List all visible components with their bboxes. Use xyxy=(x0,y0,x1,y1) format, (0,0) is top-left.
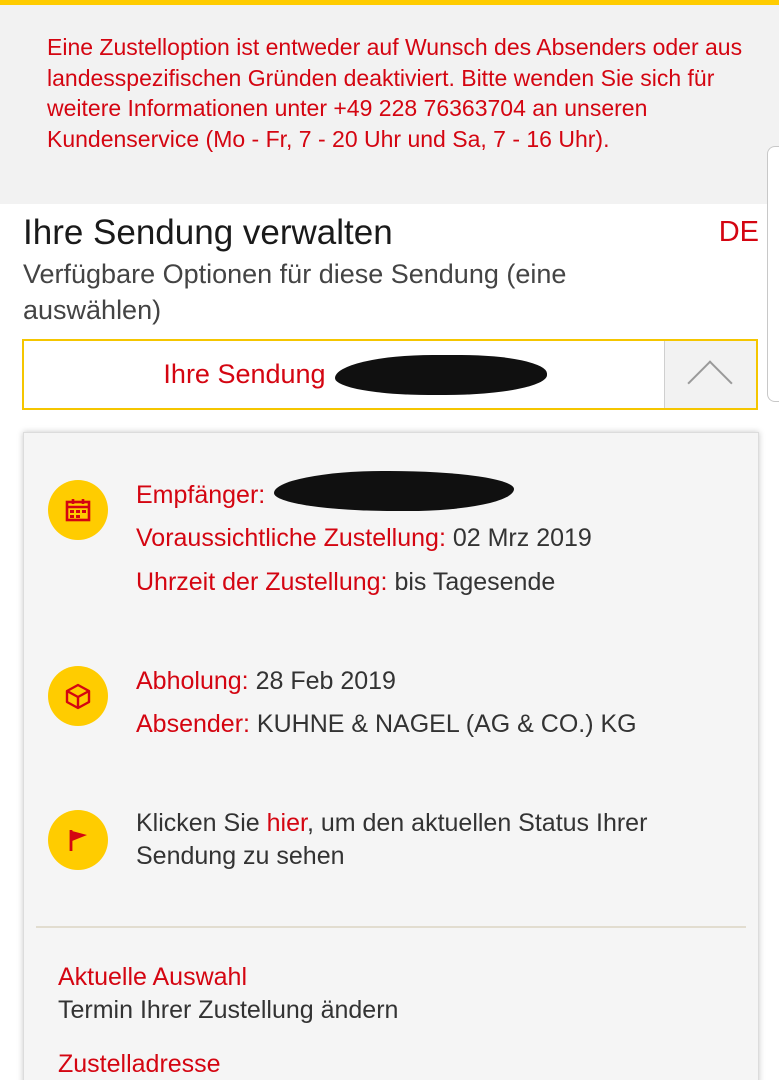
flag-icon xyxy=(48,810,108,870)
delivery-time-label: Uhrzeit der Zustellung: xyxy=(136,568,388,596)
page-title: Ihre Sendung verwalten xyxy=(23,213,393,252)
pickup-value: 28 Feb 2019 xyxy=(255,667,396,695)
status-prefix: Klicken Sie xyxy=(136,809,267,837)
status-line-2-text: Sendung zu sehen xyxy=(136,842,345,870)
sender-value: KUHNE & NAGEL (AG & CO.) KG xyxy=(256,710,637,738)
eta-value: 02 Mrz 2019 xyxy=(452,524,592,552)
section-divider xyxy=(36,926,746,928)
calendar-icon xyxy=(48,480,108,540)
pickup-line: Abholung: 28 Feb 2019 xyxy=(136,665,396,697)
shipment-details-card: Empfänger: Voraussichtliche Zustellung: … xyxy=(23,432,759,1080)
language-switch[interactable]: DE xyxy=(719,216,759,249)
status-line: Klicken Sie hier, um den aktuellen Statu… xyxy=(136,807,647,839)
recipient-line: Empfänger: xyxy=(136,479,265,511)
delivery-time-value: bis Tagesende xyxy=(394,568,556,596)
current-selection-value: Termin Ihrer Zustellung ändern xyxy=(58,996,399,1024)
shipment-label-text: Ihre Sendung xyxy=(163,359,326,389)
status-line-2: Sendung zu sehen xyxy=(136,840,345,872)
collapse-toggle-button[interactable] xyxy=(664,341,756,408)
options-subtitle: Verfügbare Optionen für diese Sendung (e… xyxy=(23,259,567,325)
chevron-up-icon xyxy=(687,360,733,406)
delivery-time-line: Uhrzeit der Zustellung: bis Tagesende xyxy=(136,566,555,598)
notice-text: Eine Zustelloption ist entweder auf Wuns… xyxy=(47,34,743,152)
notice-banner: Eine Zustelloption ist entweder auf Wuns… xyxy=(0,5,779,204)
eta-line: Voraussichtliche Zustellung: 02 Mrz 2019 xyxy=(136,522,592,554)
recipient-label: Empfänger: xyxy=(136,481,266,509)
redaction-mark xyxy=(335,355,547,395)
status-suffix: , um den aktuellen Status Ihrer xyxy=(306,809,648,837)
sender-label: Absender: xyxy=(136,710,250,738)
shipment-selector[interactable]: Ihre Sendung xyxy=(22,339,758,410)
eta-label: Voraussichtliche Zustellung: xyxy=(136,524,446,552)
delivery-address-heading: Zustelladresse xyxy=(58,1050,221,1078)
package-icon xyxy=(48,666,108,726)
pickup-label: Abholung: xyxy=(136,667,249,695)
redaction-mark xyxy=(274,471,514,511)
scrollbar-thumb[interactable] xyxy=(767,146,779,402)
sender-line: Absender: KUHNE & NAGEL (AG & CO.) KG xyxy=(136,708,637,740)
status-here-link[interactable]: hier xyxy=(267,809,307,837)
current-selection-heading: Aktuelle Auswahl xyxy=(58,963,248,991)
